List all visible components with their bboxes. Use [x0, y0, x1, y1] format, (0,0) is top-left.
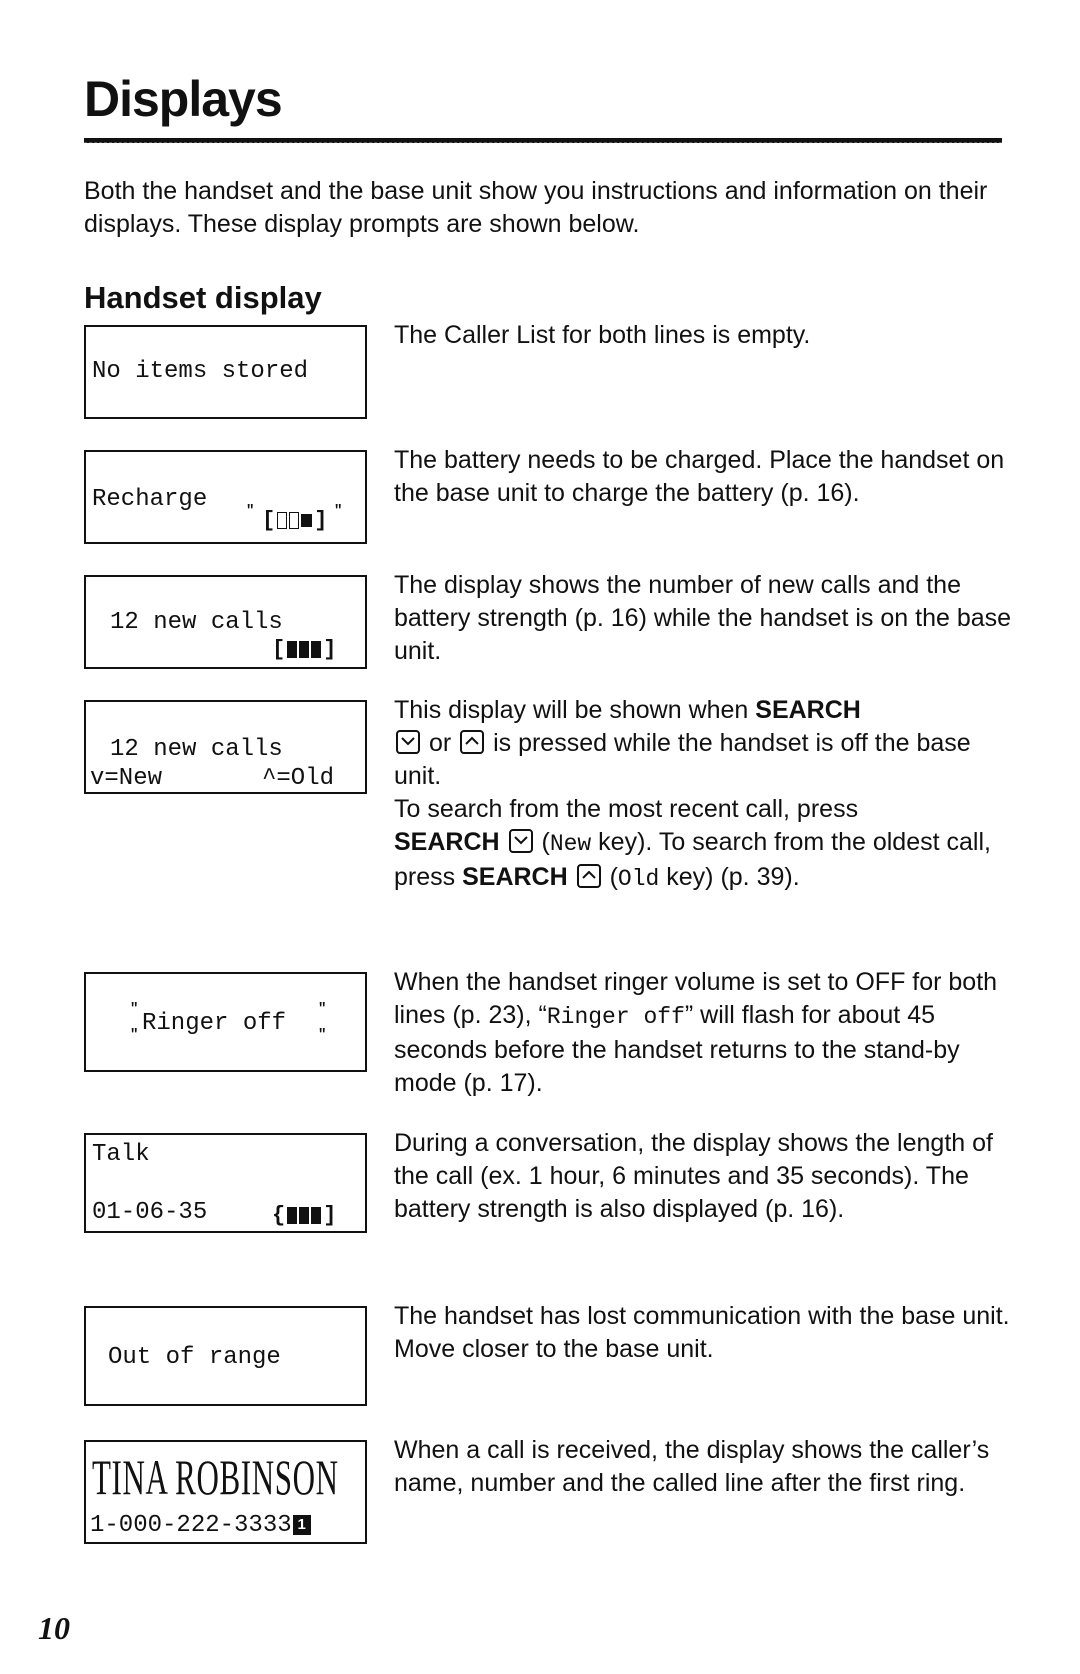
new-key-label: New: [549, 831, 592, 857]
lcd-display: Out of range: [84, 1306, 367, 1406]
desc-text: To search from the most recent call, pre…: [394, 795, 859, 823]
display-description: The Caller List for both lines is empty.: [394, 321, 811, 349]
battery-cell-icon: [311, 1207, 322, 1224]
lcd-display: TINA ROBINSON 1-000-222-3333 1: [84, 1440, 367, 1544]
battery-cell-icon: [287, 641, 298, 658]
page-title: Displays: [84, 71, 283, 127]
desc-text: or: [422, 729, 459, 757]
desc-text: This display will be shown when: [394, 696, 756, 724]
line-indicator-badge: 1: [292, 1515, 311, 1535]
display-description: This display will be shown when SEARCH o…: [394, 696, 991, 892]
display-description: During a conversation, the display shows…: [394, 1129, 993, 1223]
lcd-line: No items stored: [92, 358, 309, 385]
lcd-line: 12 new calls: [110, 609, 283, 636]
lcd-display: 12 new calls [ ]: [84, 575, 367, 669]
lcd-display: ″ ″ Ringer off ″ ″: [84, 972, 367, 1072]
caller-name: TINA ROBINSON: [92, 1449, 339, 1505]
desc-text: key) (p. 39).: [659, 863, 800, 891]
down-arrow-key-icon: [508, 829, 533, 853]
down-arrow-key-icon: [396, 730, 420, 754]
flash-mark-icon: ″: [334, 503, 343, 519]
display-description: When a call is received, the display sho…: [394, 1436, 990, 1497]
lcd-line: 12 new calls: [110, 736, 283, 763]
lcd-display: No items stored: [84, 325, 367, 419]
battery-cell-icon: [299, 641, 310, 658]
display-description: The handset has lost communication with …: [394, 1302, 1010, 1363]
lcd-display: Recharge ″ [ ] ″: [84, 450, 367, 544]
flash-mark-icon: ″: [246, 503, 255, 519]
flash-mark-icon: ″: [318, 1001, 327, 1017]
lcd-line: Recharge: [92, 486, 208, 513]
flash-mark-icon: ″: [130, 1001, 139, 1017]
search-button-label: SEARCH: [394, 828, 500, 856]
page-number: 10: [38, 1610, 70, 1646]
lcd-line-old-hint: ^=Old: [262, 765, 335, 792]
up-arrow-key-icon: [576, 864, 601, 888]
caller-number-line: 1-000-222-3333 1: [90, 1512, 311, 1539]
battery-indicator-full: [ ]: [272, 637, 337, 662]
old-key-label: Old: [617, 866, 660, 892]
lcd-line-call-timer: 01-06-35: [92, 1199, 208, 1226]
battery-cell-icon: [287, 1207, 298, 1224]
section-heading-handset-display: Handset display: [84, 280, 322, 315]
search-button-label: SEARCH: [462, 863, 568, 891]
flash-mark-icon: ″: [130, 1027, 139, 1043]
caller-number: 1-000-222-3333: [90, 1512, 292, 1539]
battery-cell-icon: [277, 512, 288, 529]
lcd-line: Ringer off: [142, 1010, 287, 1037]
flash-mark-icon: ″: [318, 1027, 327, 1043]
up-arrow-key-icon: [460, 730, 485, 754]
lcd-line: Out of range: [108, 1344, 281, 1371]
battery-indicator-empty: [ ]: [262, 508, 328, 533]
title-rule: [84, 138, 1002, 143]
battery-indicator-full: { ]: [272, 1203, 337, 1228]
battery-cell-icon: [289, 512, 300, 529]
search-button-label: SEARCH: [755, 696, 861, 724]
display-description: The display shows the number of new call…: [394, 571, 1012, 665]
lcd-display: 12 new calls v=New ^=Old: [84, 700, 367, 794]
lcd-line-new-hint: v=New: [90, 765, 163, 792]
display-description: The battery needs to be charged. Place t…: [394, 446, 1005, 507]
display-description: When the handset ringer volume is set to…: [394, 966, 1014, 1100]
battery-cell-icon: [299, 1207, 310, 1224]
ringer-off-mono-text: Ringer off: [546, 1004, 685, 1030]
intro-paragraph: Both the handset and the base unit show …: [84, 177, 988, 238]
lcd-line: Talk: [92, 1141, 150, 1168]
battery-cell-icon: [301, 514, 313, 527]
battery-cell-icon: [311, 641, 322, 658]
lcd-display: Talk 01-06-35 { ]: [84, 1133, 367, 1233]
